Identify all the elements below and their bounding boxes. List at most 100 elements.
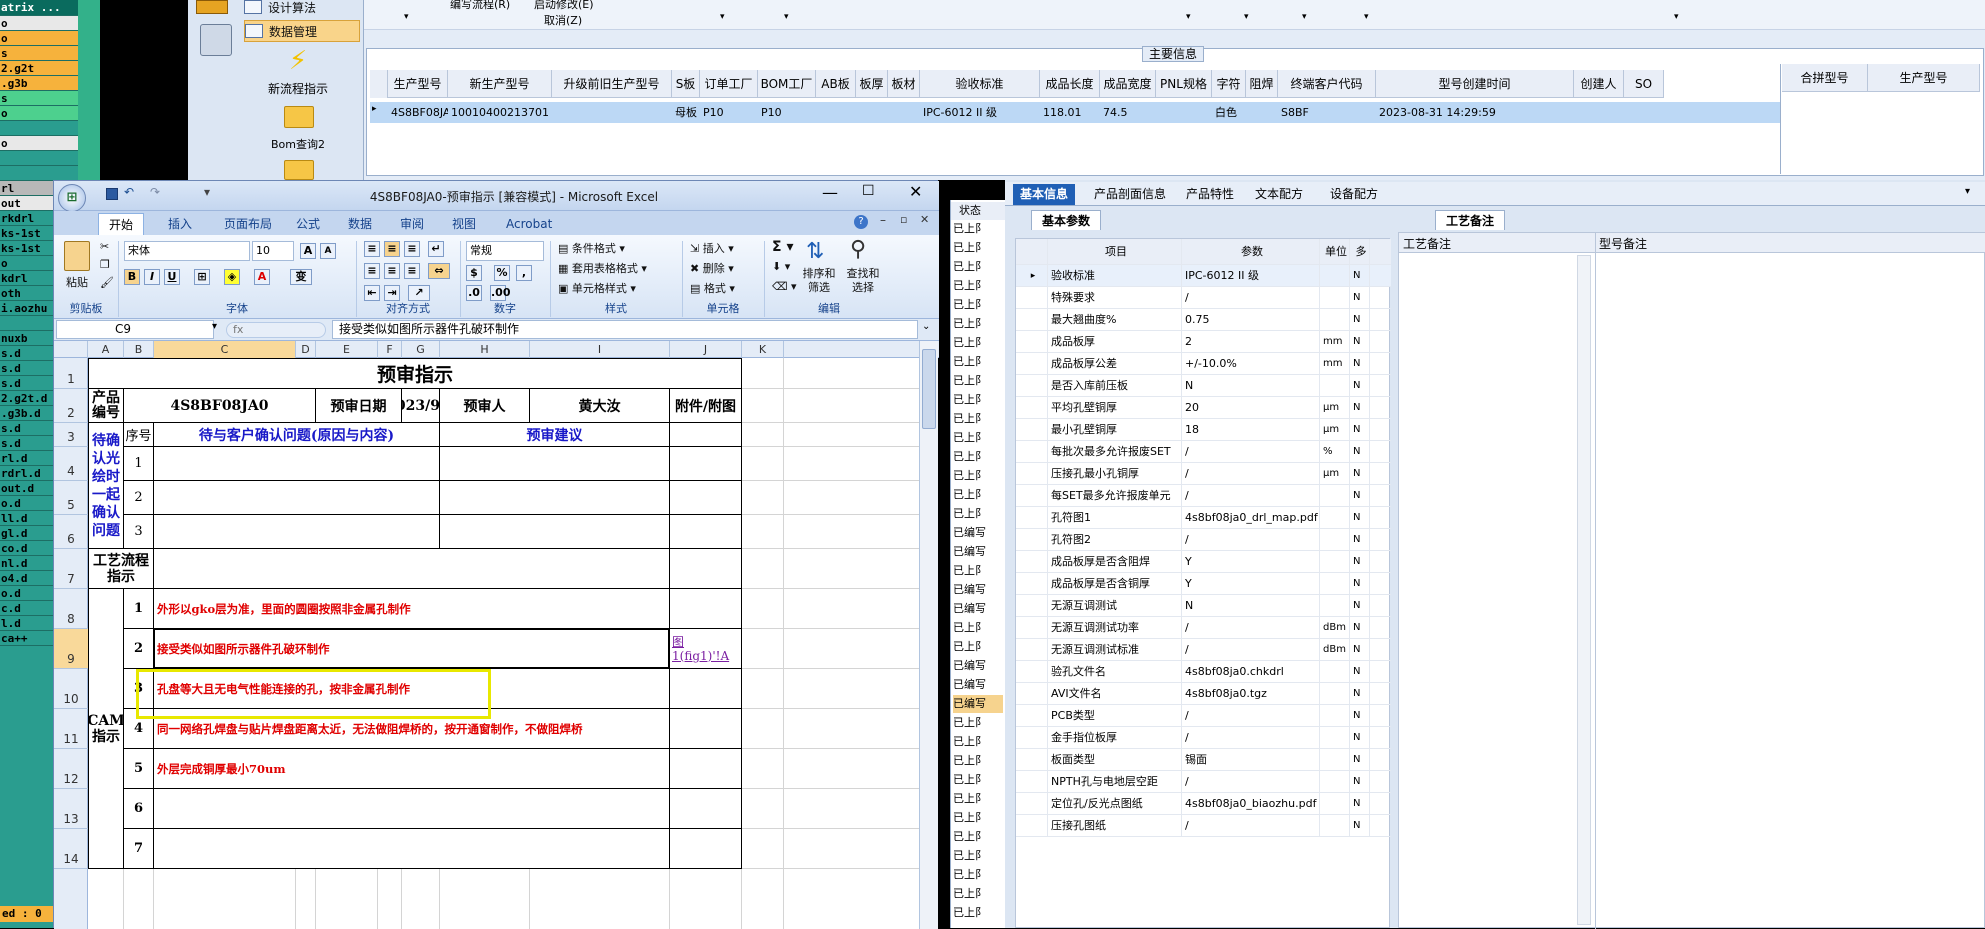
- column-header[interactable]: E: [316, 341, 378, 358]
- col-header-prod-model[interactable]: 生产型号: [1868, 64, 1980, 92]
- param-cell[interactable]: /: [1182, 287, 1320, 309]
- font-size-select[interactable]: 10: [252, 241, 294, 261]
- sort-filter-icon[interactable]: ⇅: [806, 239, 824, 264]
- table-cell[interactable]: IPC-6012 II 级: [920, 103, 1040, 123]
- param-cell[interactable]: [1320, 595, 1350, 617]
- advice-cell[interactable]: [440, 447, 670, 481]
- attach-hyperlink[interactable]: 图1(fig1)'!A: [670, 629, 742, 669]
- status-item[interactable]: 已上阝: [953, 505, 1003, 523]
- maximize-icon[interactable]: ☐: [862, 183, 875, 199]
- col-header[interactable]: 阻焊: [1246, 70, 1278, 98]
- status-item[interactable]: 已上阝: [953, 771, 1003, 789]
- table-format-button[interactable]: ▦ 套用表格格式 ▾: [558, 261, 647, 277]
- attach-cell[interactable]: [670, 515, 742, 549]
- param-cell[interactable]: [1320, 705, 1350, 727]
- param-cell[interactable]: /: [1182, 639, 1320, 661]
- align-center-icon[interactable]: ≡: [384, 263, 400, 279]
- file-list-item[interactable]: [0, 166, 78, 181]
- tab-process-remarks[interactable]: 工艺备注: [1435, 210, 1506, 230]
- attach-cell[interactable]: [670, 669, 742, 709]
- increase-indent-icon[interactable]: ⇥: [384, 285, 400, 301]
- menu-write-flow[interactable]: 编写流程(R): [450, 0, 510, 12]
- param-row[interactable]: 压接孔图纸 / N: [1016, 815, 1391, 837]
- param-cell[interactable]: 验收标准: [1048, 265, 1182, 287]
- param-row[interactable]: 每批次最多允许报废SET /% N: [1016, 441, 1391, 463]
- param-cell[interactable]: 是否入库前压板: [1048, 375, 1182, 397]
- table-cell[interactable]: 74.5: [1100, 103, 1156, 123]
- param-row[interactable]: PCB类型 / N: [1016, 705, 1391, 727]
- border-icon[interactable]: ⊞: [194, 269, 210, 285]
- minimize-icon[interactable]: —: [822, 183, 838, 202]
- orientation-icon[interactable]: ↗: [408, 285, 430, 301]
- cam-instruction[interactable]: 外形以gko层为准，里面的圆圈按照非金属孔制作: [154, 589, 670, 629]
- increase-decimal-icon[interactable]: .0: [466, 285, 482, 301]
- status-item[interactable]: 已编写: [953, 600, 1003, 618]
- param-cell[interactable]: N: [1350, 331, 1370, 353]
- format-cells-button[interactable]: ▤ 格式 ▾: [690, 281, 735, 297]
- paste-icon[interactable]: [64, 241, 90, 271]
- column-header[interactable]: I: [530, 341, 670, 358]
- status-item[interactable]: 已上阝: [953, 277, 1003, 295]
- undo-icon[interactable]: ↶: [124, 185, 134, 199]
- param-cell[interactable]: N: [1350, 265, 1370, 287]
- param-cell[interactable]: [1320, 793, 1350, 815]
- col-header[interactable]: 订单工厂: [700, 70, 758, 98]
- col-header[interactable]: 新生产型号: [448, 70, 552, 98]
- param-cell[interactable]: N: [1182, 595, 1320, 617]
- param-cell[interactable]: N: [1350, 617, 1370, 639]
- param-cell[interactable]: 4s8bf08ja0_drl_map.pdf: [1182, 507, 1320, 529]
- param-cell[interactable]: [1320, 507, 1350, 529]
- param-cell[interactable]: /: [1182, 463, 1320, 485]
- param-cell[interactable]: [1320, 265, 1350, 287]
- col-header[interactable]: 升级前旧生产型号: [552, 70, 672, 98]
- attach-label[interactable]: 附件/附图: [670, 389, 742, 423]
- param-cell[interactable]: [1320, 287, 1350, 309]
- param-row[interactable]: 孔符图2/ N: [1016, 529, 1391, 551]
- align-top-icon[interactable]: ≡: [364, 241, 380, 257]
- chevron-down-icon[interactable]: ▾: [720, 12, 725, 22]
- grow-font-icon[interactable]: A: [300, 243, 316, 259]
- param-row[interactable]: 孔符图1 4s8bf08ja0_drl_map.pdf N: [1016, 507, 1391, 529]
- param-row[interactable]: 特殊要求 / N: [1016, 287, 1391, 309]
- param-cell[interactable]: /: [1182, 485, 1320, 507]
- conditional-format-button[interactable]: ▤ 条件格式 ▾: [558, 241, 625, 257]
- bold-icon[interactable]: B: [124, 269, 140, 285]
- status-item[interactable]: 已编写: [953, 695, 1003, 713]
- param-cell[interactable]: Y: [1182, 573, 1320, 595]
- attach-cell[interactable]: [670, 481, 742, 515]
- param-cell[interactable]: NPTH孔与电地层空距: [1048, 771, 1182, 793]
- issue-cell[interactable]: [154, 447, 440, 481]
- param-cell[interactable]: [1320, 375, 1350, 397]
- column-header[interactable]: D: [296, 341, 316, 358]
- status-item[interactable]: 已上阝: [953, 904, 1003, 922]
- file-list-item[interactable]: o: [0, 106, 78, 121]
- param-row[interactable]: 无源互调测试 N N: [1016, 595, 1391, 617]
- italic-icon[interactable]: I: [144, 269, 160, 285]
- status-item[interactable]: 已上阝: [953, 638, 1003, 656]
- redo-icon[interactable]: ↷: [150, 185, 160, 199]
- status-item[interactable]: 已上阝: [953, 315, 1003, 333]
- table-cell[interactable]: S8BF: [1278, 103, 1376, 123]
- status-item[interactable]: 已上阝: [953, 448, 1003, 466]
- file-list-item[interactable]: s: [0, 91, 78, 106]
- status-item[interactable]: 已上阝: [953, 429, 1003, 447]
- param-cell[interactable]: %: [1320, 441, 1350, 463]
- file-list-item[interactable]: s: [0, 46, 78, 61]
- save-icon[interactable]: [106, 188, 118, 200]
- status-item[interactable]: 已上阝: [953, 714, 1003, 732]
- find-select-icon[interactable]: ⚲: [850, 237, 866, 262]
- ribbon-tab-page-layout[interactable]: 页面布局: [214, 213, 282, 235]
- row-header[interactable]: 1: [54, 358, 88, 389]
- param-cell[interactable]: 孔符图1: [1048, 507, 1182, 529]
- param-cell[interactable]: AVI文件名: [1048, 683, 1182, 705]
- param-cell[interactable]: N: [1350, 595, 1370, 617]
- column-header[interactable]: K: [742, 341, 784, 358]
- param-cell[interactable]: 成品板厚是否含阻焊: [1048, 551, 1182, 573]
- font-name-select[interactable]: 宋体: [124, 241, 250, 261]
- param-cell[interactable]: 4s8bf08ja0_biaozhu.pdf: [1182, 793, 1320, 815]
- table-cell[interactable]: 2023-08-31 14:29:59: [1376, 103, 1574, 123]
- product-no-label[interactable]: 产品编号: [88, 389, 124, 423]
- seq-label[interactable]: 序号: [124, 423, 154, 447]
- param-cell[interactable]: 锡面: [1182, 749, 1320, 771]
- param-cell[interactable]: 2: [1182, 331, 1320, 353]
